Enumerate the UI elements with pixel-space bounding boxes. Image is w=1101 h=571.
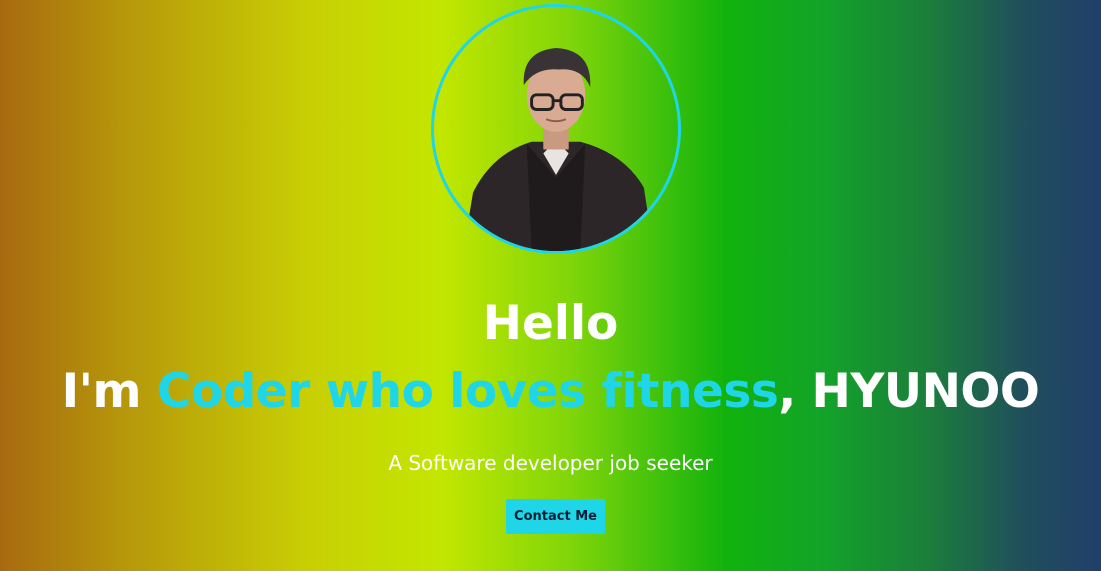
intro-suffix: , HYUNOO [778, 364, 1040, 419]
intro-prefix: I'm [61, 364, 157, 419]
tagline: A Software developer job seeker [388, 451, 713, 475]
hero-section: Hello I'm Coder who loves fitness, HYUNO… [0, 0, 1101, 571]
profile-photo-icon [463, 47, 654, 251]
intro-highlight: Coder who loves fitness [156, 364, 779, 419]
contact-me-button[interactable]: Contact Me [506, 499, 605, 534]
intro-heading: I'm Coder who loves fitness, HYUNOO [0, 362, 1101, 422]
profile-avatar [431, 4, 681, 254]
greeting-heading: Hello [482, 296, 619, 351]
